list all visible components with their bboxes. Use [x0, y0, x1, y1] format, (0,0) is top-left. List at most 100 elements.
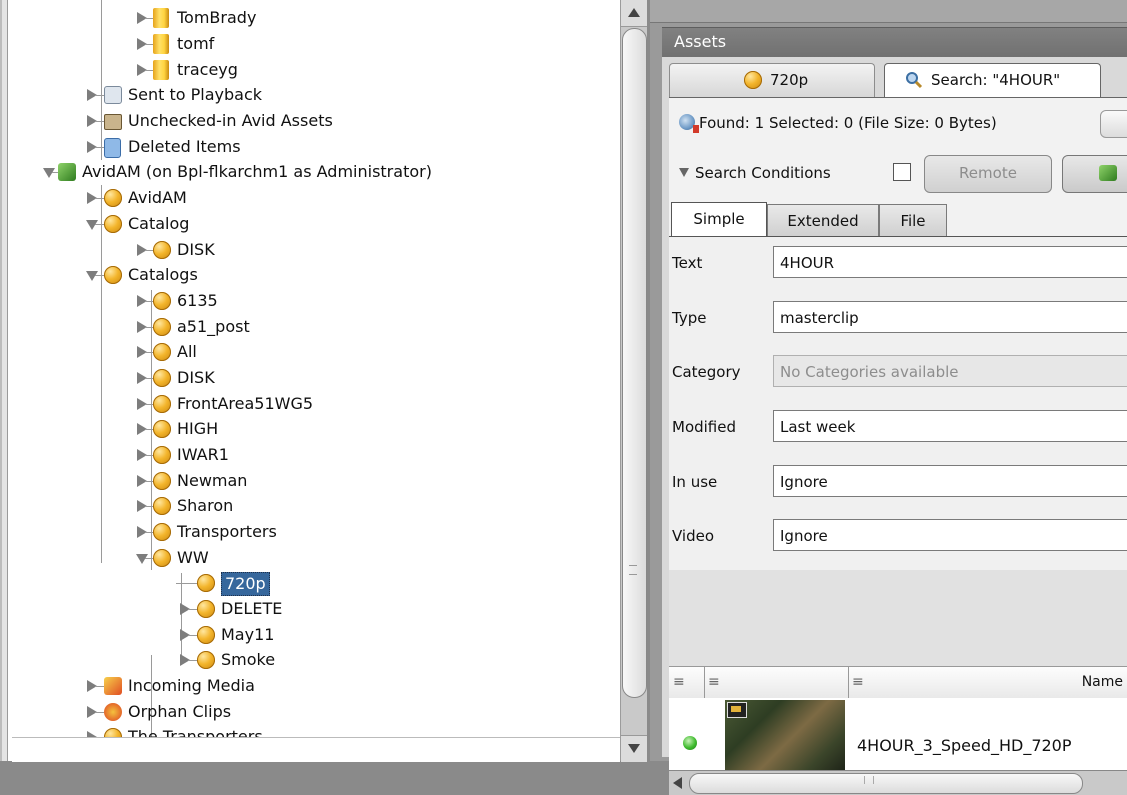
tree-node[interactable]: Sent to Playback [12, 82, 612, 108]
tree-node[interactable]: WW [12, 545, 612, 571]
incoming-icon [104, 677, 122, 695]
search-result-icon [679, 114, 699, 133]
database-icon [153, 292, 171, 310]
expand-arrow-icon[interactable] [86, 271, 98, 281]
video-select[interactable]: Ignore [773, 519, 1127, 551]
grip-icon [629, 565, 637, 575]
tab-search[interactable]: Search: "4HOUR" [884, 63, 1101, 98]
database-icon [153, 318, 171, 336]
tree-connector-line [95, 95, 104, 96]
tree-node[interactable]: Newman [12, 468, 612, 494]
tree-node-label: DISK [177, 368, 215, 387]
tree-node[interactable]: Transporters [12, 519, 612, 545]
search-conditions-toggle[interactable]: Search Conditions [679, 164, 831, 182]
category-select: No Categories available [773, 355, 1127, 387]
database-icon [197, 626, 215, 644]
trash-icon [104, 138, 121, 158]
tree-node[interactable]: 720p [12, 570, 612, 596]
asset-tree: TomBrady tomf traceyg Sent to Playback Unche… [12, 0, 620, 737]
text-row: Text 4HOUR [669, 243, 1127, 283]
film-icon [727, 702, 747, 718]
tree-node-label: tomf [177, 34, 215, 53]
tree-node[interactable]: Unchecked-in Avid Assets [12, 108, 612, 134]
column-thumbnail[interactable]: ≡ [704, 667, 849, 698]
tree-node[interactable]: DISK [12, 237, 612, 263]
subtab-simple[interactable]: Simple [671, 202, 767, 237]
expand-arrow-icon[interactable] [136, 554, 148, 564]
server-button[interactable] [1062, 155, 1127, 193]
arrow-left-icon[interactable] [673, 777, 682, 789]
clip-name: 4HOUR_3_Speed_HD_720P [857, 736, 1072, 755]
tree-footer [12, 737, 620, 762]
tree-connector-line [145, 327, 153, 328]
tree-node[interactable]: May11 [12, 622, 612, 648]
in-use-row: In use Ignore [669, 462, 1127, 502]
tree-node[interactable]: 6135 [12, 288, 612, 314]
tree-node[interactable]: Sharon [12, 493, 612, 519]
tree-node[interactable]: IWAR1 [12, 442, 612, 468]
status-online-icon [683, 736, 697, 750]
expand-arrow-icon[interactable] [86, 220, 98, 230]
database-icon [153, 549, 171, 567]
modified-select[interactable]: Last week [773, 410, 1127, 442]
clip-thumbnail [725, 700, 845, 770]
table-horizontal-scrollbar[interactable] [669, 770, 1127, 795]
tab-720p[interactable]: 720p [669, 63, 875, 98]
server-icon [58, 163, 76, 181]
playback-icon [104, 86, 122, 104]
tree-node[interactable]: HIGH [12, 416, 612, 442]
server-icon [1099, 165, 1117, 181]
tree-node[interactable]: FrontArea51WG5 [12, 391, 612, 417]
tree-node[interactable]: tomf [12, 31, 612, 57]
grip-icon [864, 776, 874, 784]
database-icon [104, 728, 122, 737]
tree-node-label: AvidAM [128, 188, 187, 207]
tree-node-label: May11 [221, 625, 275, 644]
text-field[interactable]: 4HOUR [773, 246, 1127, 278]
scroll-thumb[interactable] [622, 28, 647, 698]
table-row[interactable]: 4HOUR_3_Speed_HD_720P [669, 698, 1127, 771]
tree-connector-line [145, 506, 153, 507]
tree-node[interactable]: a51_post [12, 314, 612, 340]
tree-node[interactable]: Orphan Clips [12, 699, 612, 725]
tree-node-label: Transporters [177, 522, 277, 541]
panel-divider[interactable] [0, 0, 12, 761]
found-status: Found: 1 Selected: 0 (File Size: 0 Bytes… [679, 114, 997, 133]
tree-node[interactable]: AvidAM [12, 185, 612, 211]
database-icon [153, 523, 171, 541]
tree-node[interactable]: traceyg [12, 57, 612, 83]
category-row: Category No Categories available [669, 352, 1127, 392]
scroll-thumb[interactable] [689, 773, 1083, 794]
results-table: ≡ ≡ ≡ Name 4HOUR_3_Speed_HD_720P [669, 570, 1127, 795]
subtab-file[interactable]: File [879, 204, 947, 237]
column-status[interactable]: ≡ [669, 667, 705, 698]
tree-node[interactable]: DISK [12, 365, 612, 391]
toolbar-button[interactable] [1100, 110, 1127, 138]
tree-node[interactable]: All [12, 339, 612, 365]
tree-node[interactable]: AvidAM (on Bpl-flkarchm1 as Administrato… [12, 159, 612, 185]
remote-button[interactable]: Remote [924, 155, 1052, 193]
tree-node-label-selected: 720p [221, 572, 270, 596]
column-menu-icon: ≡ [852, 674, 864, 690]
search-conditions-checkbox[interactable] [893, 163, 911, 181]
tree-node[interactable]: Deleted Items [12, 134, 612, 160]
tree-node[interactable]: Smoke [12, 647, 612, 673]
tree-node[interactable]: TomBrady [12, 5, 612, 31]
tree-node[interactable]: Catalogs [12, 262, 612, 288]
expand-arrow-icon[interactable] [43, 168, 55, 178]
tree-node-label: Sent to Playback [128, 85, 263, 104]
in-use-select[interactable]: Ignore [773, 465, 1127, 497]
tree-node[interactable]: Catalog [12, 211, 612, 237]
tree-node[interactable]: Incoming Media [12, 673, 612, 699]
subtab-extended[interactable]: Extended [767, 204, 879, 237]
scroll-down-button[interactable] [621, 735, 647, 762]
type-select[interactable]: masterclip [773, 301, 1127, 333]
tree-connector-line [145, 301, 153, 302]
column-name[interactable]: ≡ Name [848, 667, 1127, 698]
tree-node[interactable]: DELETE [12, 596, 612, 622]
tree-node-label: All [177, 342, 197, 361]
tree-node[interactable]: The Transporters [12, 724, 612, 737]
modified-row: Modified Last week [669, 407, 1127, 447]
scroll-up-button[interactable] [621, 0, 647, 27]
tree-vertical-scrollbar[interactable] [620, 0, 647, 762]
